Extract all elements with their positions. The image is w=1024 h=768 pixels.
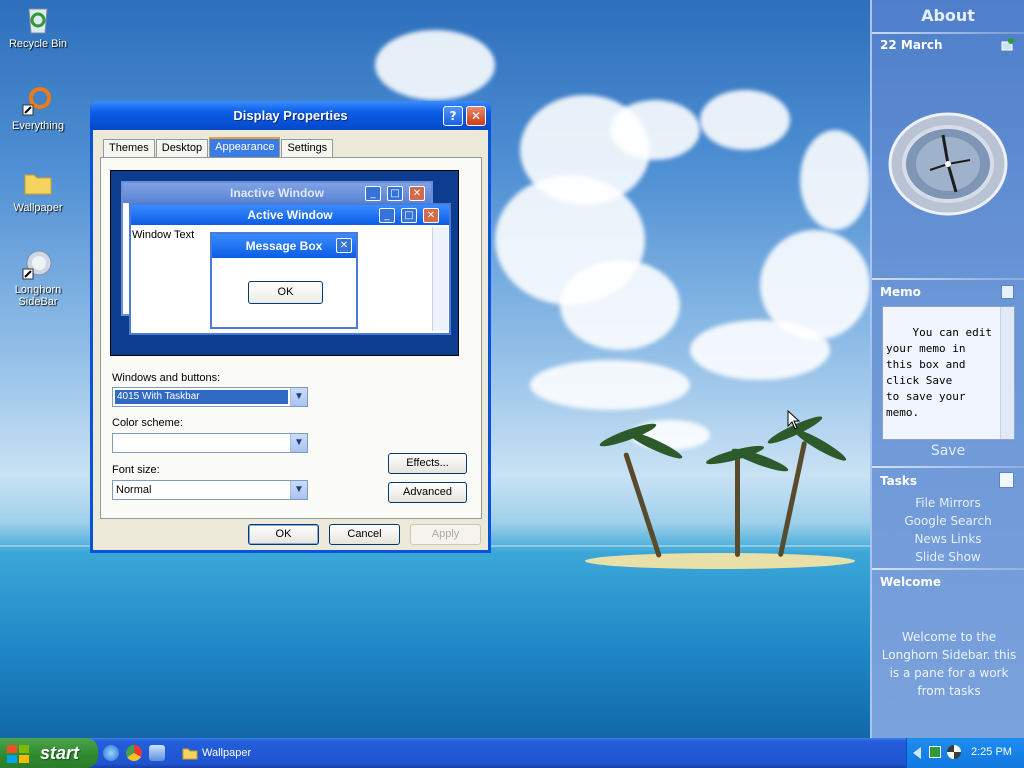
font-size-select[interactable]: Normal ▼ xyxy=(112,480,308,500)
chevron-down-icon[interactable]: ▼ xyxy=(290,481,307,499)
advanced-button[interactable]: Advanced xyxy=(388,482,467,503)
preview-message-box: Message Box ✕ OK xyxy=(210,232,358,329)
chrome-icon[interactable] xyxy=(126,745,142,761)
close-button[interactable]: ✕ xyxy=(466,106,486,126)
preview-ok-button: OK xyxy=(248,281,323,304)
everything-search-icon xyxy=(22,85,54,117)
preview-window-text: Window Text xyxy=(132,229,195,241)
desktop-icon-recycle-bin[interactable]: Recycle Bin xyxy=(5,3,71,50)
memo-title: Memo xyxy=(880,285,921,299)
divider xyxy=(872,568,1024,570)
close-icon: ✕ xyxy=(409,186,425,201)
windows-buttons-label: Windows and buttons: xyxy=(112,372,221,384)
tasks-icon[interactable] xyxy=(999,472,1014,488)
tab-strip: Themes Desktop Appearance Settings xyxy=(103,137,334,158)
cancel-button[interactable]: Cancel xyxy=(329,524,400,545)
desktop-icon-label: Recycle Bin xyxy=(8,38,68,50)
longhorn-sidebar: About 22 March Memo You can edit your me… xyxy=(870,0,1024,738)
ok-button[interactable]: OK xyxy=(248,524,319,545)
desktop-icon-longhorn-sidebar[interactable]: Longhorn SideBar xyxy=(5,249,71,308)
preview-scrollbar xyxy=(432,227,448,331)
close-icon: ✕ xyxy=(423,208,439,223)
color-scheme-select[interactable]: ▼ xyxy=(112,433,308,453)
start-label: start xyxy=(40,743,80,763)
font-size-label: Font size: xyxy=(112,464,160,476)
preview-message-title: Message Box xyxy=(212,234,356,258)
minimize-icon: _ xyxy=(365,186,381,201)
show-desktop-icon[interactable] xyxy=(149,745,165,761)
title-bar[interactable]: Display Properties ? ✕ xyxy=(90,101,491,130)
dialog-client-area: Themes Desktop Appearance Settings Inact… xyxy=(93,130,488,550)
task-link-slide-show[interactable]: Slide Show xyxy=(872,550,1024,564)
desktop-icon-everything[interactable]: Everything xyxy=(5,85,71,132)
desktop-icon-label: Wallpaper xyxy=(13,202,63,214)
mouse-cursor-icon xyxy=(787,409,801,430)
appearance-preview: Inactive Window _ □ ✕ Active Window _ □ … xyxy=(110,170,459,356)
system-tray: 2:25 PM xyxy=(906,738,1024,768)
memo-textarea[interactable]: You can edit your memo in this box and c… xyxy=(882,306,1015,440)
apply-button[interactable]: Apply xyxy=(410,524,481,545)
divider xyxy=(872,32,1024,34)
windows-logo-icon xyxy=(6,743,30,763)
tray-sync-icon[interactable] xyxy=(947,745,961,759)
window-title: Display Properties xyxy=(233,108,348,123)
memo-scrollbar[interactable] xyxy=(1000,307,1014,439)
windows-buttons-select[interactable]: 4015 With Taskbar ▼ xyxy=(112,387,308,407)
memo-save-button[interactable]: Save xyxy=(872,443,1024,459)
tasks-title: Tasks xyxy=(880,474,918,488)
internet-explorer-icon[interactable] xyxy=(103,745,119,761)
tab-desktop[interactable]: Desktop xyxy=(155,139,209,158)
tab-themes[interactable]: Themes xyxy=(103,139,155,158)
minimize-icon: _ xyxy=(379,208,395,223)
recycle-bin-icon xyxy=(22,3,54,35)
chevron-down-icon[interactable]: ▼ xyxy=(290,434,307,452)
desktop-icon-wallpaper[interactable]: Wallpaper xyxy=(5,167,71,214)
task-link-file-mirrors[interactable]: File Mirrors xyxy=(872,496,1024,510)
close-icon: ✕ xyxy=(336,238,352,253)
welcome-text: Welcome to the Longhorn Sidebar. this is… xyxy=(881,630,1017,698)
divider xyxy=(872,466,1024,468)
sidebar-app-icon xyxy=(22,249,54,281)
effects-button[interactable]: Effects... xyxy=(388,453,467,474)
folder-icon xyxy=(182,748,198,760)
clock-date: 22 March xyxy=(880,38,943,52)
folder-icon xyxy=(22,167,54,199)
welcome-title: Welcome xyxy=(880,575,942,589)
divider xyxy=(872,278,1024,280)
sidebar-about-title[interactable]: About xyxy=(872,6,1024,25)
memo-icon[interactable] xyxy=(1001,285,1014,299)
show-hidden-icons-arrow[interactable] xyxy=(913,747,921,759)
preview-inactive-title: Inactive Window xyxy=(123,183,431,203)
display-properties-window: Display Properties ? ✕ Themes Desktop Ap… xyxy=(90,101,491,553)
tray-clock[interactable]: 2:25 PM xyxy=(971,746,1012,758)
color-scheme-label: Color scheme: xyxy=(112,417,183,429)
maximize-icon: □ xyxy=(401,208,417,223)
taskbar-button-wallpaper[interactable]: Wallpaper xyxy=(176,741,336,765)
tab-appearance[interactable]: Appearance xyxy=(209,137,281,158)
tab-settings[interactable]: Settings xyxy=(281,139,334,158)
task-link-news-links[interactable]: News Links xyxy=(872,532,1024,546)
maximize-icon: □ xyxy=(387,186,403,201)
desktop-icon-label: Everything xyxy=(12,120,64,132)
analog-clock xyxy=(888,112,1008,216)
settings-icon[interactable] xyxy=(1000,36,1016,52)
tray-app-icon[interactable] xyxy=(929,746,941,758)
task-link-google-search[interactable]: Google Search xyxy=(872,514,1024,528)
help-button[interactable]: ? xyxy=(443,106,463,126)
start-button[interactable]: start xyxy=(0,738,98,768)
desktop-icon-label: Longhorn SideBar xyxy=(14,284,62,308)
chevron-down-icon[interactable]: ▼ xyxy=(290,388,307,406)
taskbar: start Wallpaper 2:25 PM xyxy=(0,738,1024,768)
